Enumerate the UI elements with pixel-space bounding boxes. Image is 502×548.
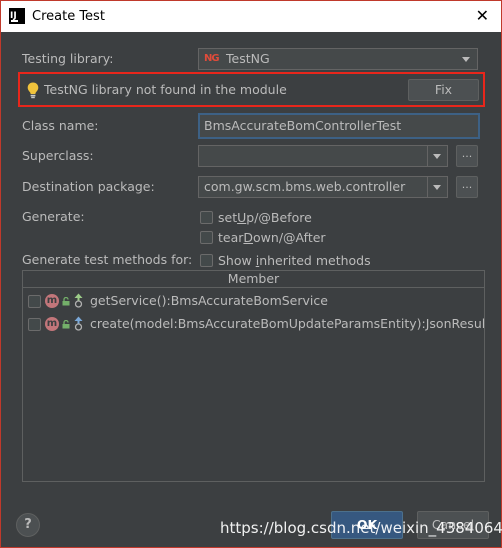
create-test-dialog: IJ Create Test ✕ Testing library: NG Test… — [0, 0, 502, 548]
public-lock-icon — [62, 320, 70, 329]
member-signature: getService():BmsAccurateBomService — [90, 293, 328, 308]
window-title: Create Test — [32, 9, 105, 24]
implements-arrow-icon — [74, 316, 83, 331]
show-inherited-label[interactable]: Show inherited methods — [218, 252, 371, 270]
fix-button[interactable]: Fix — [408, 79, 479, 101]
members-table: Member m getService():BmsAccurateBomServ… — [22, 270, 485, 482]
class-name-label: Class name: — [22, 118, 99, 133]
destination-package-select[interactable]: com.gw.scm.bms.web.controller — [198, 176, 448, 198]
chevron-down-icon[interactable] — [427, 177, 447, 197]
testing-library-label: Testing library: — [22, 51, 114, 66]
chevron-down-icon[interactable] — [457, 49, 477, 69]
method-icon: m — [45, 294, 59, 308]
setup-checkbox-label[interactable]: setUp/@Before — [218, 209, 312, 227]
generate-methods-label: Generate test methods for: — [22, 252, 193, 267]
close-icon[interactable]: ✕ — [476, 6, 489, 26]
generate-label: Generate: — [22, 209, 85, 224]
table-row[interactable]: m getService():BmsAccurateBomService — [23, 290, 484, 312]
title-bar[interactable]: IJ Create Test ✕ — [1, 1, 501, 32]
testing-library-value: TestNG — [226, 51, 270, 66]
chevron-down-icon[interactable] — [427, 146, 447, 166]
destination-package-browse-button[interactable]: ... — [456, 176, 478, 198]
intellij-logo-icon: IJ — [9, 8, 25, 24]
teardown-checkbox[interactable] — [200, 231, 213, 244]
destination-package-value: com.gw.scm.bms.web.controller — [204, 179, 406, 194]
show-inherited-checkbox[interactable] — [200, 254, 213, 267]
library-warning-banner: TestNG library not found in the module F… — [18, 72, 485, 107]
superclass-select[interactable] — [198, 145, 448, 167]
testng-logo-icon: NG — [204, 52, 220, 64]
lightbulb-icon — [27, 82, 39, 99]
help-button[interactable]: ? — [16, 513, 40, 537]
superclass-label: Superclass: — [22, 148, 94, 163]
member-column-header[interactable]: Member — [23, 271, 484, 288]
superclass-browse-button[interactable]: ... — [456, 145, 478, 167]
teardown-checkbox-label[interactable]: tearDown/@After — [218, 229, 326, 247]
setup-checkbox[interactable] — [200, 211, 213, 224]
warning-text: TestNG library not found in the module — [44, 82, 287, 97]
testing-library-select[interactable]: NG TestNG — [198, 48, 478, 70]
implements-arrow-icon — [74, 293, 83, 308]
destination-package-label: Destination package: — [22, 179, 155, 194]
table-row[interactable]: m create(model:BmsAccurateBomUpdateParam… — [23, 313, 484, 335]
public-lock-icon — [62, 297, 70, 306]
member-checkbox[interactable] — [28, 318, 41, 331]
member-checkbox[interactable] — [28, 295, 41, 308]
watermark-text: https://blog.csdn.net/weixin_43840640 — [220, 519, 502, 537]
member-signature: create(model:BmsAccurateBomUpdateParamsE… — [90, 316, 485, 331]
method-icon: m — [45, 317, 59, 331]
class-name-input[interactable]: BmsAccurateBomControllerTest — [198, 113, 480, 139]
